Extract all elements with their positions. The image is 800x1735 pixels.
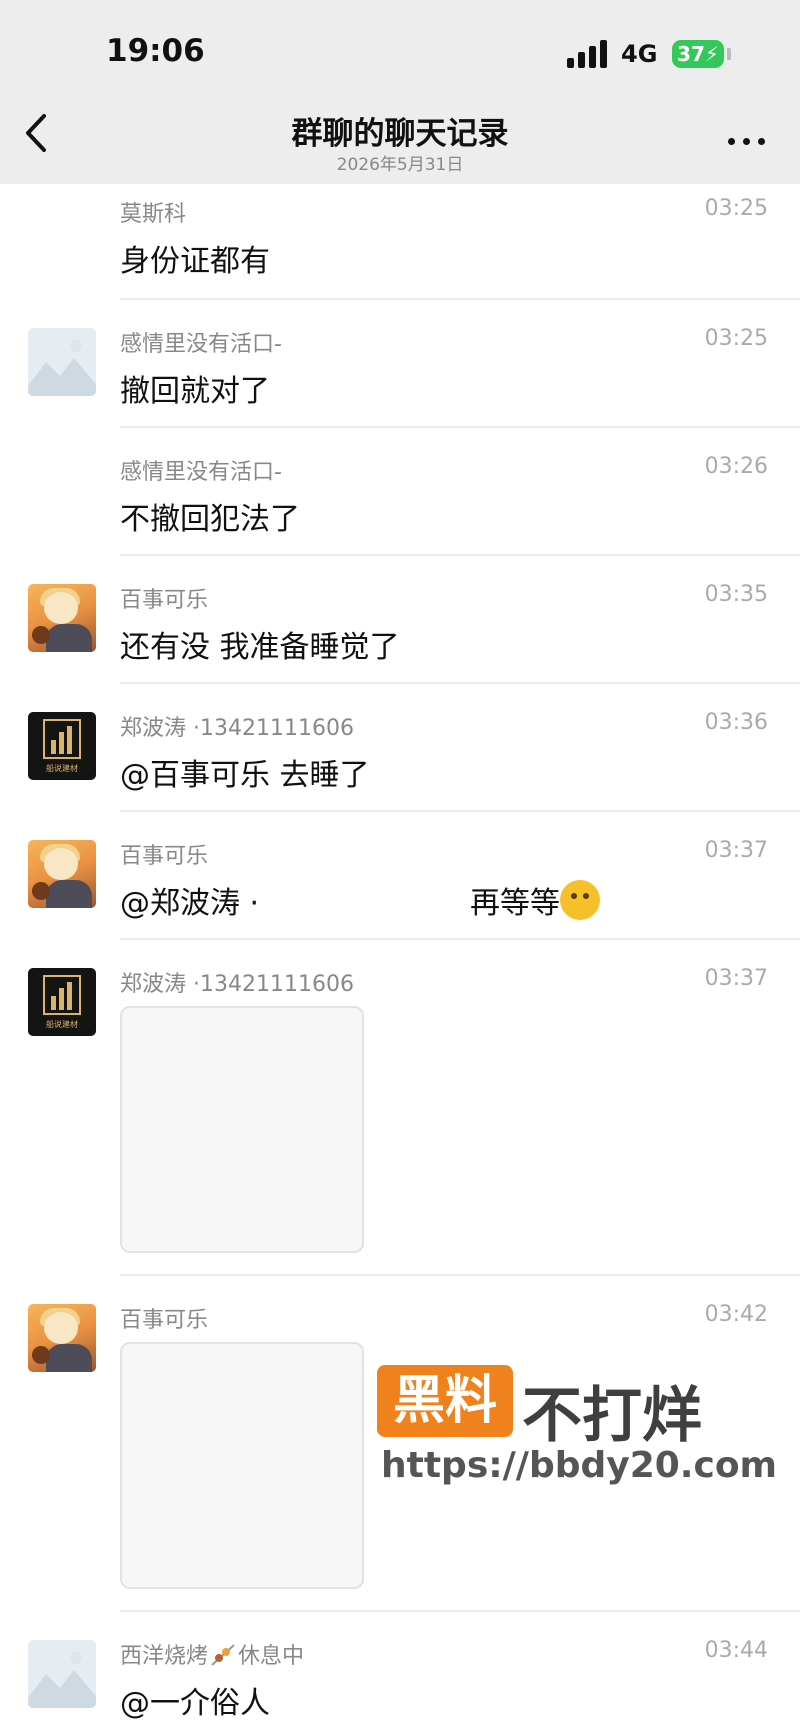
sender-name: 百事可乐 [120,844,209,869]
message-time: 03:25 [704,326,768,351]
sender-name: 百事可乐 [120,1308,209,1333]
image-message[interactable] [120,1342,364,1589]
avatar[interactable] [28,584,96,652]
building-logo-icon [43,975,81,1015]
avatar[interactable]: 船说建材 [28,968,96,1036]
image-placeholder-icon [28,328,96,396]
message-time: 03:42 [704,1302,768,1327]
watermark-text: 不打烊 [522,1381,702,1451]
message-time: 03:44 [704,1638,768,1663]
sender-name-main: 西洋烧烤 [120,1644,209,1669]
message-time: 03:35 [704,582,768,607]
message-item[interactable]: 感情里没有活口- 03:25 撤回就对了 [0,300,800,428]
sender-name: 西洋烧烤 休息中 [120,1638,304,1670]
image-placeholder-icon [28,1640,96,1708]
skewer-icon [211,1644,235,1666]
sender-name: 百事可乐 [120,588,209,613]
message-text-end: 再等等 [470,886,560,921]
nav-bar: 群聊的聊天记录 2026年5月31日 [0,100,800,184]
battery-level: 37 [677,42,705,66]
message-item[interactable]: 莫斯科 03:25 身份证都有 [0,184,800,300]
sender-name: 郑波涛 ·13421111606 [120,972,354,997]
page-title: 群聊的聊天记录 [291,116,509,152]
message-time: 03:25 [704,196,768,221]
avatar-caption: 船说建材 [46,764,78,773]
avatar[interactable]: 船说建材 [28,712,96,780]
emoji-icon [560,880,600,920]
network-type: 4G [621,40,658,68]
message-item[interactable]: 西洋烧烤 休息中 03:44 @一介俗人 [0,1612,800,1735]
sender-name: 莫斯科 [120,202,187,227]
message-time: 03:37 [704,966,768,991]
sender-status: 休息中 [238,1644,305,1669]
page-subtitle-date: 2026年5月31日 [336,155,464,175]
message-text: 身份证都有 [120,244,270,279]
message-item[interactable]: 百事可乐 03:35 还有没 我准备睡觉了 [0,556,800,684]
message-time: 03:36 [704,710,768,735]
message-item[interactable]: 百事可乐 03:37 @郑波涛 · 再等等 [0,812,800,940]
avatar[interactable] [28,328,96,396]
message-time: 03:26 [704,454,768,479]
message-item[interactable]: 船说建材 郑波涛 ·13421111606 03:37 [0,940,800,1276]
battery-charging-icon: 37⚡ [672,40,724,68]
building-logo-icon [43,719,81,759]
sender-name: 感情里没有活口- [120,460,282,485]
sender-name: 郑波涛 ·13421111606 [120,716,354,741]
sender-name: 感情里没有活口- [120,332,282,357]
message-text: @一介俗人 [120,1686,270,1721]
watermark-logo: 黑料 [377,1365,513,1437]
message-text: 撤回就对了 [120,374,270,409]
message-text: 不撤回犯法了 [120,502,300,537]
more-button[interactable] [722,120,772,160]
image-message[interactable] [120,1006,364,1253]
avatar-caption: 船说建材 [46,1020,78,1029]
battery-tip [727,48,731,60]
signal-icon [567,40,609,68]
avatar[interactable] [28,1640,96,1708]
message-time: 03:37 [704,838,768,863]
avatar[interactable] [28,1304,96,1372]
status-bar: 19:06 4G 37⚡ [0,0,800,100]
avatar[interactable] [28,840,96,908]
message-text: 还有没 我准备睡觉了 [120,630,400,665]
message-item[interactable]: 船说建材 郑波涛 ·13421111606 03:36 @百事可乐 去睡了 [0,684,800,812]
redacted-region [258,874,464,920]
status-time: 19:06 [106,33,205,69]
message-text-start: @郑波涛 · [120,886,260,921]
message-text: @百事可乐 去睡了 [120,758,370,793]
watermark-url: https://bbdy20.com [381,1445,778,1486]
message-item[interactable]: 感情里没有活口- 03:26 不撤回犯法了 [0,428,800,556]
